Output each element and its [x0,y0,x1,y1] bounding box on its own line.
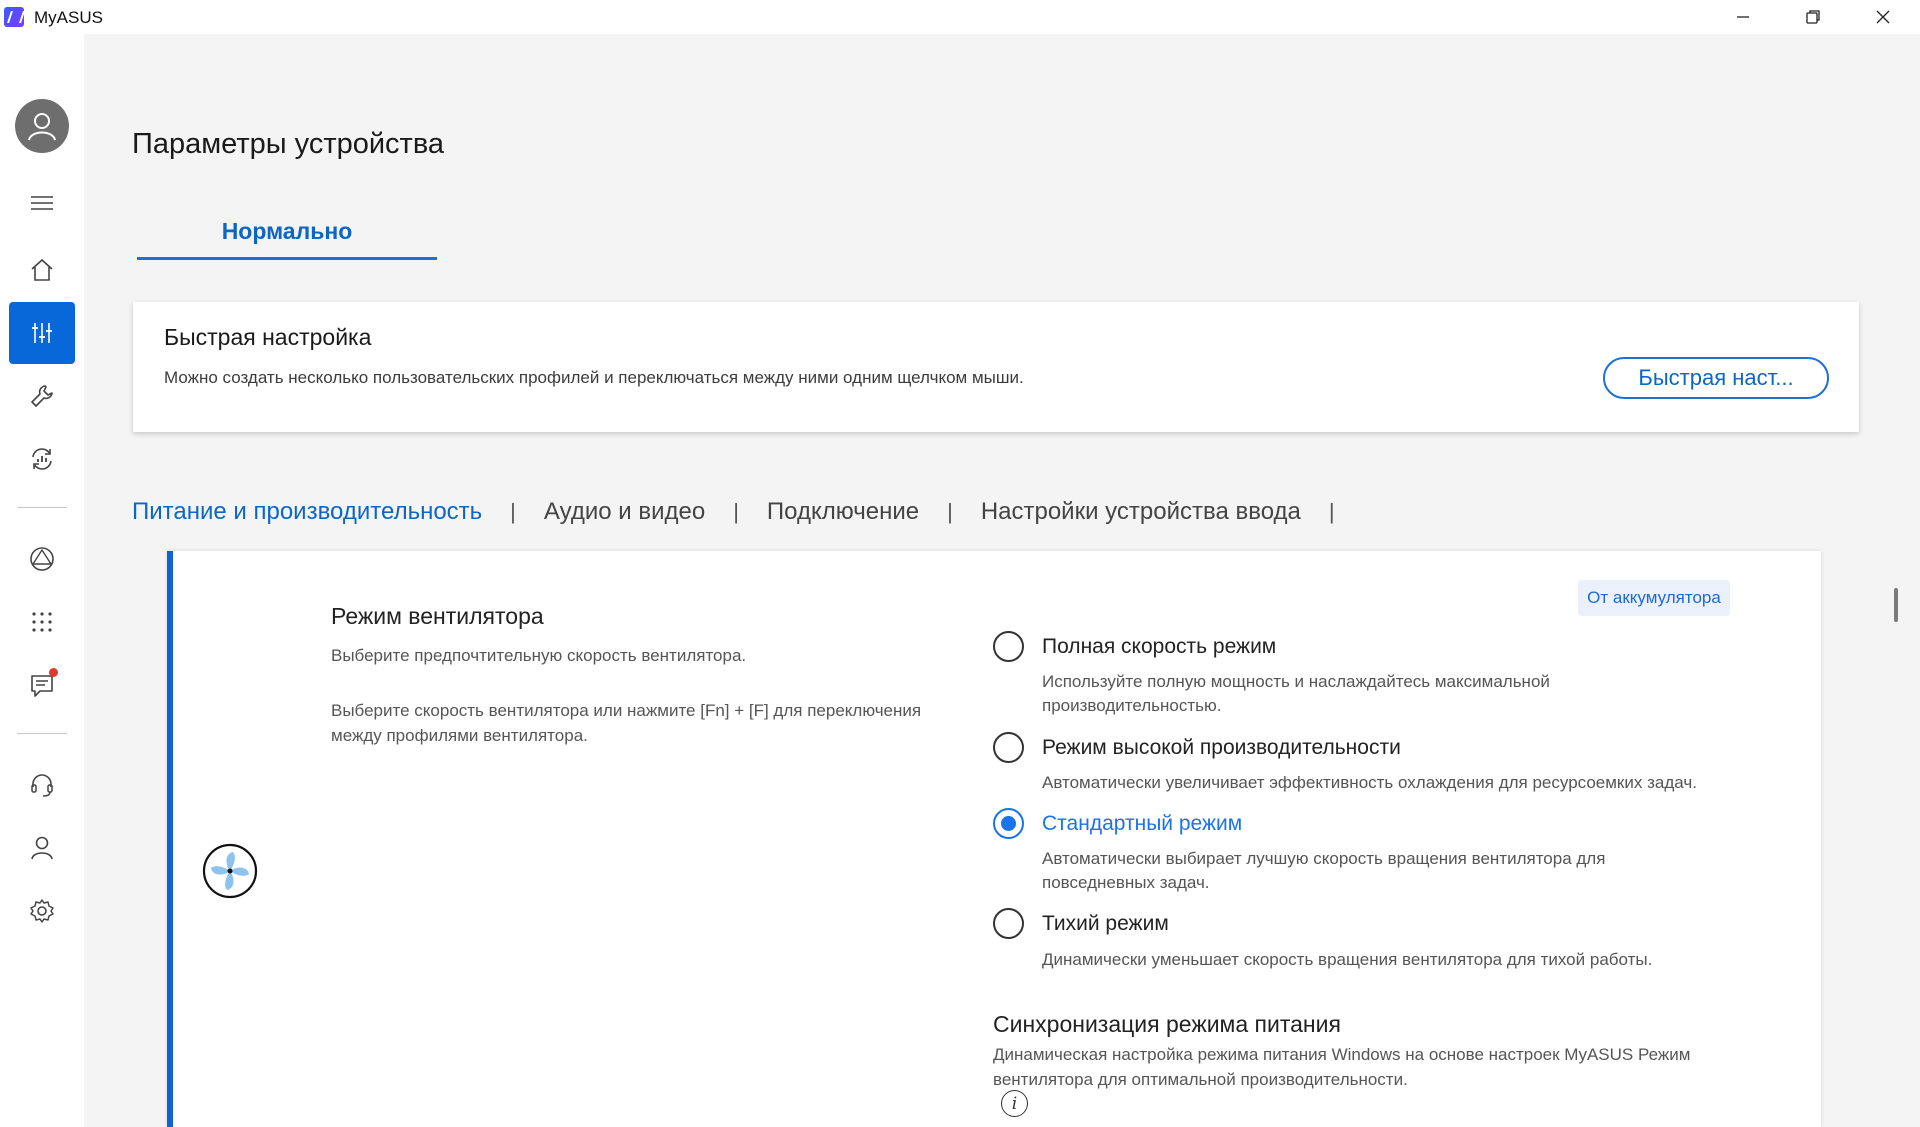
minimize-icon [1737,16,1749,18]
sidebar-divider [17,507,67,508]
sidebar-item-menu[interactable] [9,172,75,234]
power-sync-title: Синхронизация режима питания [993,1011,1341,1037]
myasus-logo-icon [4,7,24,27]
restore-button[interactable] [1778,0,1848,34]
user-avatar-icon [28,113,56,141]
grid-dots-icon [32,612,52,632]
sidebar-item-account[interactable] [9,817,75,879]
sidebar-item-support[interactable] [9,754,75,816]
option-label-whisper[interactable]: Тихий режим [1042,912,1169,936]
sidebar-item-home[interactable] [9,239,75,301]
panel-accent-bar [167,551,173,1127]
option-label-full-speed[interactable]: Полная скорость режим [1042,635,1276,659]
quick-settings-card: Быстрая настройка Можно создать нескольк… [133,302,1859,432]
tab-audio-video[interactable]: Аудио и видео [544,498,705,526]
sidebar-item-news[interactable] [9,654,75,716]
option-desc-high-performance: Автоматически увеличивает эффективность … [1042,773,1697,792]
scrollbar-thumb[interactable] [1894,588,1898,622]
tab-separator: | [1328,499,1335,524]
page-title: Параметры устройства [132,128,445,160]
sidebar-item-link[interactable] [9,528,75,590]
power-sync-description: Динамическая настройка режима питания Wi… [993,1045,1691,1089]
tab-power-performance[interactable]: Питание и производительность [132,498,482,526]
quick-settings-description: Можно создать несколько пользовательских… [164,368,1024,387]
option-label-standard[interactable]: Стандартный режим [1042,812,1242,836]
avatar[interactable] [15,99,69,153]
wrench-icon [31,385,53,407]
sidebar-divider [17,733,67,734]
info-icon[interactable]: i [1001,1090,1028,1117]
sidebar-item-app-deals[interactable] [9,591,75,653]
sidebar [0,34,84,1127]
tab-input-devices[interactable]: Настройки устройства ввода [981,498,1301,526]
radio-high-performance[interactable] [993,732,1024,763]
radio-whisper[interactable] [993,908,1024,939]
fan-icon [202,843,258,899]
restore-icon [1806,10,1820,24]
hamburger-icon [31,196,53,210]
option-desc-full-speed: Используйте полную мощность и наслаждайт… [1042,672,1550,715]
sliders-icon [32,323,52,343]
fan-mode-panel [167,551,1821,1127]
sidebar-item-system-diagnosis[interactable] [9,365,75,427]
option-desc-standard: Автоматически выбирает лучшую скорость в… [1042,849,1606,892]
headset-icon [31,774,53,797]
radio-standard[interactable] [993,808,1024,839]
option-desc-whisper: Динамически уменьшает скорость вращения … [1042,950,1653,969]
title-bar: MyASUS [0,0,1920,34]
tab-separator: | [510,499,516,524]
close-button[interactable] [1848,0,1918,34]
gear-icon [30,899,54,923]
radio-full-speed[interactable] [993,631,1024,662]
app-title: MyASUS [34,8,103,27]
fan-mode-title: Режим вентилятора [331,603,544,629]
sidebar-item-device-settings[interactable] [9,302,75,364]
sidebar-item-system-update[interactable] [9,428,75,490]
tab-separator: | [947,499,953,524]
close-icon [1876,10,1890,24]
triangle-circle-icon [30,547,54,571]
tab-normal-profile[interactable]: Нормально [137,218,437,260]
notification-dot [49,668,58,677]
category-tabs: Питание и производительность | Аудио и в… [132,494,1363,530]
quick-settings-button[interactable]: Быстрая наст... [1603,357,1829,399]
tab-separator: | [733,499,739,524]
home-icon [31,258,53,281]
fan-mode-description: Выберите предпочтительную скорость венти… [331,646,747,665]
quick-settings-title: Быстрая настройка [164,324,372,350]
sync-icon [32,448,52,470]
fan-mode-hint: Выберите скорость вентилятора или нажмит… [331,701,922,745]
power-source-badge: От аккумулятора [1578,580,1730,616]
minimize-button[interactable] [1708,0,1778,34]
tab-connectivity[interactable]: Подключение [767,498,919,526]
sidebar-item-settings[interactable] [9,880,75,942]
option-label-high-performance[interactable]: Режим высокой производительности [1042,736,1401,760]
user-icon [31,836,53,860]
